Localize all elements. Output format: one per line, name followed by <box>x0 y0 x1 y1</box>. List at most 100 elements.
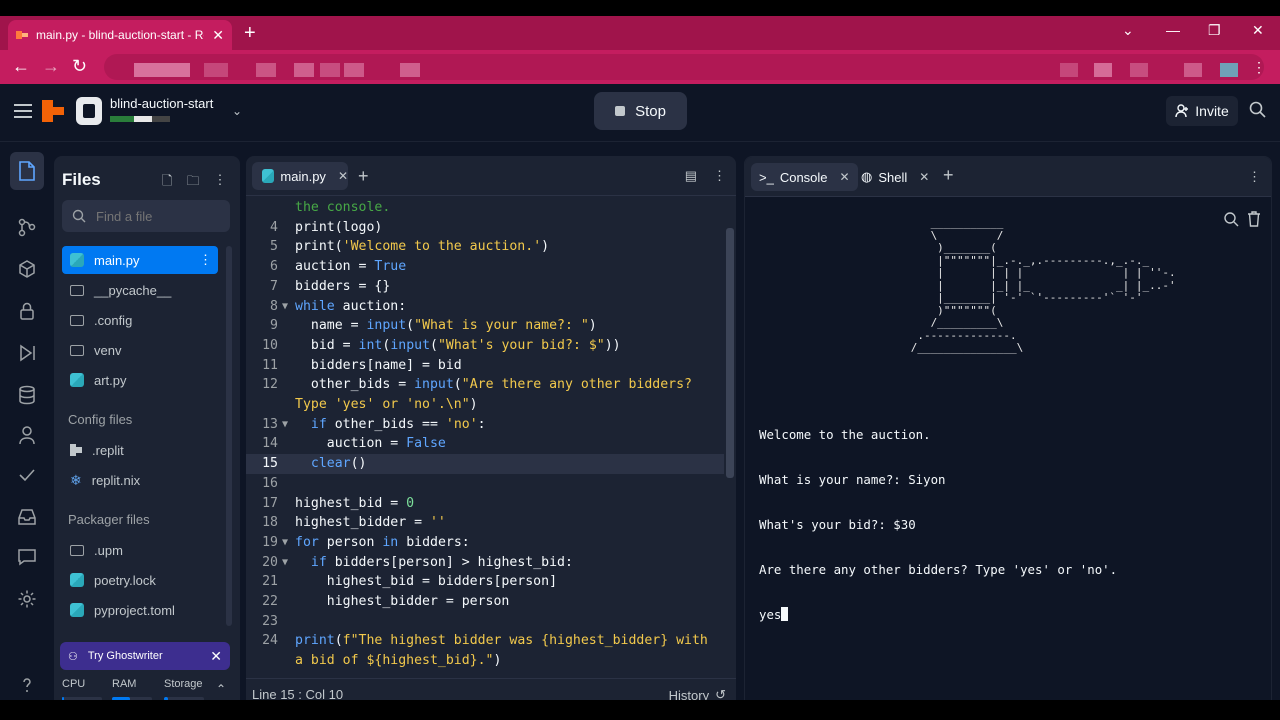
code-line[interactable]: Type 'yes' or 'no'.\n") <box>246 395 724 415</box>
new-file-icon[interactable]: 🗋 <box>162 172 172 194</box>
code-line[interactable]: 23 <box>246 612 724 632</box>
file-item-main-py[interactable]: main.py ⋮ <box>62 246 218 274</box>
new-folder-icon[interactable]: 🗀 <box>186 172 199 194</box>
menu-icon[interactable] <box>14 104 32 118</box>
format-icon[interactable]: ▤ <box>685 168 697 184</box>
file-item-venv[interactable]: venv <box>62 336 218 364</box>
code-line[interactable]: a bid of ${highest_bid}.") <box>246 651 724 671</box>
reload-icon[interactable]: ↻ <box>72 56 87 77</box>
settings-gear-icon[interactable] <box>12 584 42 614</box>
address-bar[interactable] <box>104 54 1264 80</box>
file-item-upm[interactable]: .upm <box>62 536 218 564</box>
code-line[interactable]: 7 bidders = {} <box>246 277 724 297</box>
checkmark-icon[interactable] <box>12 460 42 490</box>
restore-icon[interactable]: ❐ <box>1208 22 1221 39</box>
code-line[interactable]: 13 ▼ if other_bids == 'no': <box>246 415 724 435</box>
tab-main-py[interactable]: main.py ✕ <box>252 162 348 190</box>
trash-icon[interactable] <box>1247 211 1261 227</box>
new-tab-button[interactable]: + <box>244 22 256 45</box>
tab-shell[interactable]: ◍ Shell ✕ <box>853 163 937 191</box>
invite-button[interactable]: Invite <box>1166 96 1238 126</box>
debugger-icon[interactable] <box>12 338 42 368</box>
code-line[interactable]: 10 bid = int(input("What's your bid?: $"… <box>246 336 724 356</box>
file-item-replit-nix[interactable]: ❄ replit.nix <box>62 466 218 494</box>
repl-icon[interactable] <box>76 97 102 125</box>
files-menu-icon[interactable]: ⋮ <box>213 172 226 194</box>
code-line[interactable]: 15 clear() <box>246 454 724 474</box>
help-icon[interactable] <box>12 670 42 700</box>
console-output[interactable]: Welcome to the auction. What is your nam… <box>759 397 1117 652</box>
fold-arrow-icon[interactable]: ▼ <box>282 553 288 573</box>
ghostwriter-banner[interactable]: ⚇ Try Ghostwriter ✕ <box>60 642 230 670</box>
new-tab-button[interactable]: + <box>358 166 369 187</box>
code-line[interactable]: the console. <box>246 198 724 218</box>
fold-arrow-icon[interactable]: ▼ <box>282 297 288 317</box>
secrets-lock-icon[interactable] <box>12 296 42 326</box>
history-icon: ↺ <box>715 687 726 700</box>
code-line[interactable]: 24 print(f"The highest bidder was {highes… <box>246 631 724 651</box>
code-line[interactable]: 11 bidders[name] = bid <box>246 356 724 376</box>
file-search[interactable] <box>62 200 230 232</box>
tab-console[interactable]: >_ Console ✕ <box>751 163 858 191</box>
fold-arrow-icon[interactable]: ▼ <box>282 533 288 553</box>
code-line[interactable]: 9 name = input("What is your name?: ") <box>246 316 724 336</box>
chat-icon[interactable] <box>12 542 42 572</box>
code-line[interactable]: 12 other_bids = input("Are there any oth… <box>246 375 724 395</box>
browser-tab[interactable]: main.py - blind-auction-start - Re ✕ <box>8 20 232 50</box>
chevron-down-icon[interactable]: ⌄ <box>232 104 242 118</box>
config-files-header: Config files <box>68 412 133 427</box>
code-line[interactable]: 21 highest_bid = bidders[person] <box>246 572 724 592</box>
inbox-icon[interactable] <box>12 502 42 532</box>
code-line[interactable]: 18 highest_bidder = '' <box>246 513 724 533</box>
fold-arrow-icon[interactable]: ▼ <box>282 415 288 435</box>
repl-name[interactable]: blind-auction-start <box>110 96 213 111</box>
code-line[interactable]: 14 auction = False <box>246 434 724 454</box>
editor-menu-icon[interactable]: ⋮ <box>713 168 726 184</box>
input-line[interactable]: yes <box>759 607 1117 622</box>
code-line[interactable]: 5 print('Welcome to the auction.') <box>246 237 724 257</box>
history-button[interactable]: History ↺ <box>669 687 726 700</box>
packages-icon[interactable] <box>12 254 42 284</box>
files-tool-icon[interactable] <box>10 152 44 190</box>
tab-search-icon[interactable]: ⌄ <box>1122 22 1134 39</box>
close-tab-icon[interactable]: ✕ <box>919 170 929 184</box>
file-item-art-py[interactable]: art.py <box>62 366 218 394</box>
database-icon[interactable] <box>12 380 42 410</box>
browser-menu-icon[interactable]: ⋮ <box>1252 59 1266 76</box>
file-item-config[interactable]: .config <box>62 306 218 334</box>
new-tab-button[interactable]: + <box>943 165 954 186</box>
code-line[interactable]: 8 ▼ while auction: <box>246 297 724 317</box>
file-search-input[interactable] <box>96 208 216 224</box>
file-item-replit[interactable]: .replit <box>62 436 218 464</box>
git-icon[interactable] <box>12 212 42 242</box>
back-icon[interactable]: ← <box>12 56 30 77</box>
code-line[interactable]: 4 print(logo) <box>246 218 724 238</box>
search-icon[interactable] <box>1223 211 1239 227</box>
code-line[interactable]: 22 highest_bidder = person <box>246 592 724 612</box>
chevron-up-icon[interactable]: ⌃ <box>216 682 226 696</box>
replit-logo-icon[interactable] <box>42 100 64 122</box>
code-line[interactable]: 16 <box>246 474 724 494</box>
stop-button[interactable]: Stop <box>594 92 687 130</box>
forward-icon[interactable]: → <box>42 56 60 77</box>
close-tab-icon[interactable]: ✕ <box>338 169 348 183</box>
close-tab-icon[interactable]: ✕ <box>840 170 850 184</box>
close-icon[interactable]: ✕ <box>210 648 222 665</box>
code-line[interactable]: 20 ▼ if bidders[person] > highest_bid: <box>246 553 724 573</box>
files-scrollbar[interactable] <box>226 246 232 626</box>
file-item-poetry-lock[interactable]: poetry.lock <box>62 566 218 594</box>
minimize-icon[interactable]: — <box>1166 22 1180 38</box>
file-menu-icon[interactable]: ⋮ <box>199 252 212 268</box>
code-line[interactable]: 6 auction = True <box>246 257 724 277</box>
search-icon[interactable] <box>1248 100 1268 120</box>
file-item-pycache[interactable]: __pycache__ <box>62 276 218 304</box>
editor-scrollbar[interactable] <box>726 228 734 478</box>
close-window-icon[interactable]: ✕ <box>1252 22 1264 39</box>
file-item-pyproject[interactable]: pyproject.toml <box>62 596 218 624</box>
code-area[interactable]: the console. 4 print(logo) 5 print('Welcome … <box>246 198 724 668</box>
code-line[interactable]: 17 highest_bid = 0 <box>246 494 724 514</box>
user-auth-icon[interactable] <box>12 420 42 450</box>
close-tab-icon[interactable]: ✕ <box>212 27 224 44</box>
code-line[interactable]: 19 ▼ for person in bidders: <box>246 533 724 553</box>
console-menu-icon[interactable]: ⋮ <box>1248 169 1261 185</box>
